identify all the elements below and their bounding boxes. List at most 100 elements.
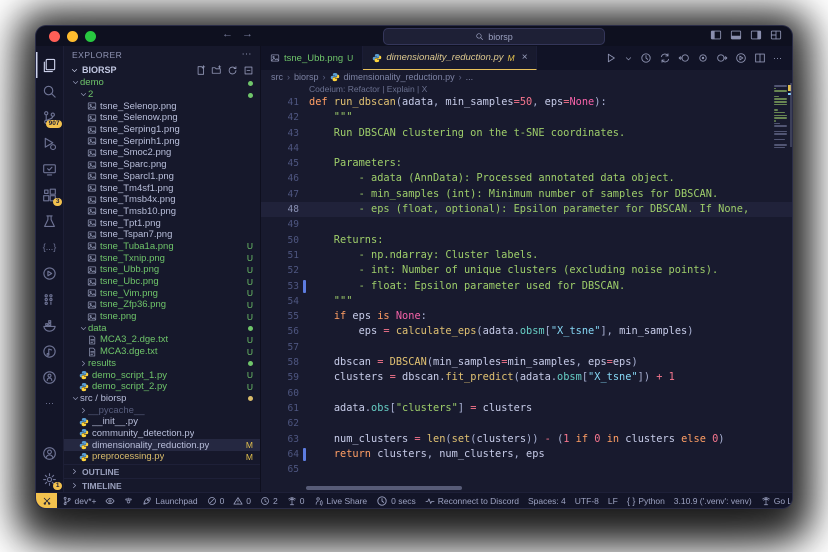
code-line[interactable]: 53 - float: Epsilon parameter used for D… [261,279,792,294]
line-number[interactable]: 53 [261,279,309,294]
tree-item[interactable]: tsne_Tuba1a.pngU [64,241,260,253]
tree-item[interactable]: tsne_Tmsb10.png [64,206,260,218]
status-go-live[interactable]: Go Live [756,493,792,508]
status-launchpad[interactable]: Launchpad [138,493,202,508]
workspace-root-row[interactable]: BIORSP [64,63,260,77]
new-file-icon[interactable] [195,65,206,76]
new-folder-icon[interactable] [211,65,222,76]
line-number[interactable]: 55 [261,309,309,324]
line-number[interactable]: 58 [261,355,309,370]
activity-item-codeium[interactable]: {...} [36,234,63,260]
customize-layout-icon[interactable] [770,29,782,41]
tree-item[interactable]: demo_script_1.pyU [64,369,260,381]
line-number[interactable]: 62 [261,416,309,431]
activity-item-more-views[interactable]: ⋯ [36,390,63,416]
close-window-button[interactable] [49,31,60,42]
activity-item-github[interactable] [36,364,63,390]
tree-item[interactable]: __init__.py [64,416,260,428]
status-gitlens-toggle[interactable] [101,493,120,508]
code-line[interactable]: 64 return clusters, num_clusters, eps [261,447,792,462]
activity-item-docker[interactable] [36,312,63,338]
tree-item[interactable]: MCA3.dge.txtU [64,346,260,358]
tree-item[interactable]: preprocessing.pyM [64,451,260,463]
run-below-icon[interactable] [735,52,747,64]
tree-item[interactable]: tsne_Sparcl1.png [64,171,260,183]
status-encoding[interactable]: UTF-8 [570,493,603,508]
explorer-more-icon[interactable]: ⋯ [242,49,253,60]
refresh-icon[interactable] [227,65,238,76]
code-line[interactable]: 47 - min_samples (int): Minimum number o… [261,187,792,202]
tree-item[interactable]: MCA3_2.dge.txtU [64,334,260,346]
tree-item[interactable]: demo_script_2.pyU [64,381,260,393]
toggle-primary-sidebar-icon[interactable] [710,29,722,41]
line-number[interactable]: 52 [261,263,309,278]
line-number[interactable]: 46 [261,171,309,186]
tree-item[interactable]: tsne_Vim.pngU [64,287,260,299]
line-number[interactable]: 45 [261,156,309,171]
remote-indicator[interactable] [36,493,57,508]
panel-timeline[interactable]: TIMELINE [64,478,260,492]
sync-icon[interactable] [659,52,671,64]
status-ports[interactable]: 0 [282,493,309,508]
code-line[interactable]: 58 dbscan = DBSCAN(min_samples=min_sampl… [261,355,792,370]
breadcrumb-item[interactable]: src [271,72,283,82]
command-center-search[interactable]: biorsp [383,28,605,45]
code-line[interactable]: 59 clusters = dbscan.fit_predict(adata.o… [261,370,792,385]
line-number[interactable]: 49 [261,217,309,232]
codeium-codelens[interactable]: Codeium: Refactor | Explain | X [261,83,792,95]
tree-item[interactable]: tsne_Serpinh1.png [64,135,260,147]
activity-item-run-debug[interactable] [36,130,63,156]
code-line[interactable]: 45 Parameters: [261,156,792,171]
tree-item[interactable]: tsne_Ubc.pngU [64,276,260,288]
line-number[interactable]: 48 [261,202,309,217]
line-number[interactable]: 51 [261,248,309,263]
split-icon[interactable] [754,52,766,64]
status-git-branch[interactable]: dev*+ [57,493,101,508]
activity-item-source-control[interactable]: 907 [36,104,63,130]
tree-item[interactable]: tsne_Zfp36.pngU [64,299,260,311]
tree-item[interactable]: community_detection.py [64,428,260,440]
code-line[interactable]: 65 [261,462,792,477]
code-line[interactable]: 52 - int: Number of unique clusters (exc… [261,263,792,278]
code-line[interactable]: 51 - np.ndarray: Cluster labels. [261,248,792,263]
activity-item-testing[interactable] [36,208,63,234]
line-number[interactable]: 60 [261,386,309,401]
line-number[interactable]: 50 [261,233,309,248]
line-number[interactable]: 61 [261,401,309,416]
status-problems-warnings[interactable]: 0 [229,493,256,508]
history-icon[interactable] [640,52,652,64]
tree-item[interactable]: tsne.pngU [64,311,260,323]
tree-item[interactable]: tsne_Selenow.png [64,112,260,124]
activity-item-live-share[interactable] [36,260,63,286]
tree-item[interactable]: tsne_Serping1.png [64,124,260,136]
activity-item-explorer[interactable] [36,52,63,78]
line-number[interactable]: 63 [261,432,309,447]
tree-item[interactable]: tsne_Ubb.pngU [64,264,260,276]
vertical-scrollbar[interactable] [790,83,793,147]
line-number[interactable]: 43 [261,126,309,141]
zoom-window-button[interactable] [85,31,96,42]
step-dot-icon[interactable] [697,52,709,64]
tree-item[interactable]: tsne_Tpt1.png [64,217,260,229]
line-number[interactable]: 59 [261,370,309,385]
tree-item[interactable]: data [64,322,260,334]
nav-forward-icon[interactable]: → [242,28,253,40]
code-line[interactable]: 56 eps = calculate_eps(adata.obsm["X_tsn… [261,324,792,339]
tree-item[interactable]: results [64,358,260,370]
minimap[interactable] [774,85,789,152]
status-timer[interactable]: 0 secs [372,493,421,508]
code-line[interactable]: 55 if eps is None: [261,309,792,324]
activity-item-search[interactable] [36,78,63,104]
close-tab-icon[interactable]: × [522,52,528,63]
code-line[interactable]: 61 adata.obs["clusters"] = clusters [261,401,792,416]
breadcrumb-item[interactable]: biorsp [294,72,319,82]
code-line[interactable]: 44 [261,141,792,156]
tree-item[interactable]: tsne_Smoc2.png [64,147,260,159]
activity-item-extensions[interactable]: 3 [36,182,63,208]
line-number[interactable]: 57 [261,340,309,355]
code-line[interactable]: 50 Returns: [261,233,792,248]
activity-item-remote-explorer[interactable] [36,156,63,182]
code-line[interactable]: 42 """ [261,110,792,125]
breadcrumb[interactable]: src›biorsp›dimensionality_reduction.py›.… [261,70,792,83]
minimize-window-button[interactable] [67,31,78,42]
